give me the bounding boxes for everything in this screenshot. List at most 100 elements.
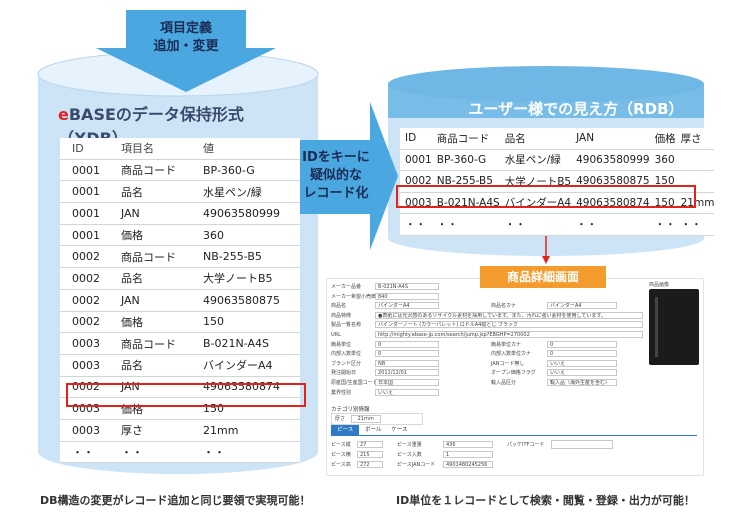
detail-field-label: メーカー希望小売価格 [331, 293, 382, 300]
pack-itf-field[interactable] [551, 440, 613, 449]
piece-value2[interactable]: 1 [443, 451, 493, 458]
detail-field-input[interactable]: B-021N-A4S [375, 283, 439, 290]
detail-field-row: メーカー希望小売価格 840 [331, 292, 647, 301]
detail-field-input[interactable]: バインダーノート (カラーパレット) ロドルA4縦とじ ブラック [375, 321, 643, 329]
tab-ball[interactable]: ボール [361, 425, 386, 435]
middle-arrow-label: IDをキーに 疑似的な レコード化 [300, 149, 372, 203]
detail-right-field-row: 内部入数単位カナ 0 [451, 350, 643, 358]
xdb-cell-value: 21mm [191, 419, 300, 442]
detail-right-field-input[interactable]: 0 [547, 350, 617, 358]
product-detail-label: 商品詳細画面 [480, 266, 606, 288]
rdb-header-name: 品名 [499, 128, 572, 150]
xdb-cell-item: 品名 [108, 180, 192, 204]
xdb-table: ID 項目名 値 0001 商品コード BP-360-G 0001 品名 水星ペン/緑 00… [60, 138, 300, 464]
xdb-row: 0002 価格 150 [60, 311, 300, 334]
thickness-field-value[interactable]: 21mm [350, 415, 381, 423]
detail-right-field-row: 商品名カナ バインダーA4 [451, 302, 643, 310]
xdb-cell-id: 0002 [60, 311, 109, 334]
xdb-header-item: 項目名 [108, 138, 192, 160]
piece-label: ピース高 [331, 462, 351, 468]
product-image-label: 商品画像 [649, 282, 670, 288]
tab-case[interactable]: ケース [387, 425, 411, 435]
xdb-cell-id: 0003 [60, 354, 109, 377]
detail-field-label: 製品一覧名称 [331, 322, 362, 329]
xdb-cell-item: 商品コード [108, 159, 192, 182]
detail-field-label: メーカー品番 [331, 284, 362, 290]
piece-label2: ピースJANコード [397, 462, 436, 468]
category-label: カテゴリ別情報 [331, 407, 370, 413]
detail-right-field-row: JANコード無し いいえ [451, 359, 643, 368]
xdb-row: 0003 厚さ 21mm [60, 419, 300, 442]
detail-right-field-label: 商品名カナ [491, 303, 517, 310]
detail-right-field-input[interactable]: 0 [547, 340, 617, 348]
xdb-row: 0001 JAN 49063580999 [60, 202, 300, 225]
xdb-cell-value: バインダーA4 [191, 354, 300, 377]
detail-right-field-row: 輸入品区分 輸入品（海外生産を含む） [451, 379, 643, 387]
rdb-cell-thickness: ・・ [675, 213, 715, 236]
xdb-cell-value: 49063580875 [191, 289, 300, 312]
xdb-cell-value: ・・ [191, 441, 300, 464]
detail-field-input[interactable]: 2011/12/01 [375, 369, 439, 377]
xdb-cell-id: 0001 [60, 180, 109, 204]
piece-label2: ピース入数 [397, 452, 422, 458]
xdb-header-value: 値 [191, 138, 300, 160]
detail-field-input[interactable]: 840 [375, 292, 439, 300]
detail-right-field-label: オープン価格フラグ [491, 370, 536, 377]
detail-right-field-input[interactable]: 輸入品（海外生産を含む） [547, 379, 617, 386]
piece-value2[interactable]: 436 [443, 441, 493, 448]
xdb-cell-id: 0001 [60, 224, 109, 247]
piece-value[interactable]: 27 [357, 441, 383, 448]
detail-field-row: 製品一覧名称 バインダーノート (カラーパレット) ロドルA4縦とじ ブラック [331, 321, 647, 329]
detail-field-input[interactable]: 日本国 [375, 379, 439, 386]
xdb-cell-id: 0003 [60, 419, 109, 442]
detail-right-field-input[interactable]: いいえ [547, 369, 617, 377]
piece-value2[interactable]: 4901480245256 [443, 461, 493, 468]
xdb-cell-item: 商品コード [108, 332, 192, 355]
xdb-row: 0001 価格 360 [60, 224, 300, 247]
detail-field-row: 業界性別 いいえ [331, 388, 647, 397]
detail-field-input[interactable]: 0 [375, 350, 439, 358]
detail-right-field-input[interactable]: いいえ [547, 359, 617, 367]
xdb-cell-item: 品名 [108, 354, 192, 377]
rdb-header-price: 価格 [649, 128, 676, 150]
xdb-cell-value: B-021N-A4S [191, 332, 300, 355]
detail-right-field-label: 内部入数単位カナ [491, 351, 532, 358]
piece-value[interactable]: 215 [357, 451, 383, 458]
xdb-cell-item: 商品コード [108, 245, 192, 269]
detail-field-label: 商品名 [331, 303, 347, 310]
detail-field-input[interactable]: バインダーA4 [375, 302, 439, 310]
rdb-header-jan: JAN [571, 128, 650, 150]
rdb-cell-name: 水星ペン/緑 [499, 149, 572, 171]
detail-tabs: ピース ボール ケース [331, 425, 697, 436]
xdb-cell-id: 0002 [60, 289, 109, 312]
rdb-cell-code: ・・ [431, 213, 500, 236]
tab-piece[interactable]: ピース [331, 425, 360, 435]
detail-field-label: 業界性別 [331, 389, 352, 396]
rdb-cell-jan: 49063580999 [571, 149, 650, 171]
rdb-header-thickness: 厚さ [675, 128, 715, 150]
detail-field-input[interactable]: NB [375, 359, 439, 367]
detail-field-input[interactable]: http://mighty.ebase-jp.com/search/jump.j… [375, 331, 643, 338]
xdb-row: 0002 JAN 49063580875 [60, 289, 300, 312]
piece-label2: ピース重量 [397, 442, 422, 448]
rdb-highlight-box [396, 185, 696, 208]
detail-right-field-label: 簡易単位カナ [491, 341, 522, 348]
connector-arrowhead [542, 256, 550, 264]
rdb-cell-price: ・・ [649, 213, 676, 236]
rdb-table: ID 商品コード 品名 JAN 価格 厚さ 0001 BP-360-G 水星ペン/緑… [400, 128, 715, 236]
rdb-cell-id: ・・ [400, 213, 432, 236]
detail-right-field-label: 輸入品区分 [491, 380, 517, 386]
detail-field-input[interactable]: ●表紙には光沢感のあるリサイクル素材を採用しています。また、汚れに強い素材を使用… [375, 311, 643, 319]
piece-value[interactable]: 272 [357, 461, 383, 468]
xdb-cell-value: 150 [191, 311, 300, 334]
product-detail-screen: メーカー品番 B-021N-A4S メーカー希望小売価格 840 商品名 バインダーA4 商… [326, 278, 704, 476]
detail-field-label: ブランド区分 [331, 360, 362, 367]
xdb-row: 0002 品名 大学ノートB5 [60, 267, 300, 290]
xdb-cell-value: 360 [191, 224, 300, 247]
rdb-cell-id: 0001 [400, 149, 432, 171]
detail-field-input[interactable]: いいえ [375, 388, 439, 396]
detail-right-field-input[interactable]: バインダーA4 [547, 302, 617, 310]
detail-field-row: URL http://mighty.ebase-jp.com/search/jum… [331, 331, 647, 339]
detail-field-input[interactable]: 0 [375, 340, 439, 348]
middle-arrow-line3: レコード化 [303, 186, 369, 201]
